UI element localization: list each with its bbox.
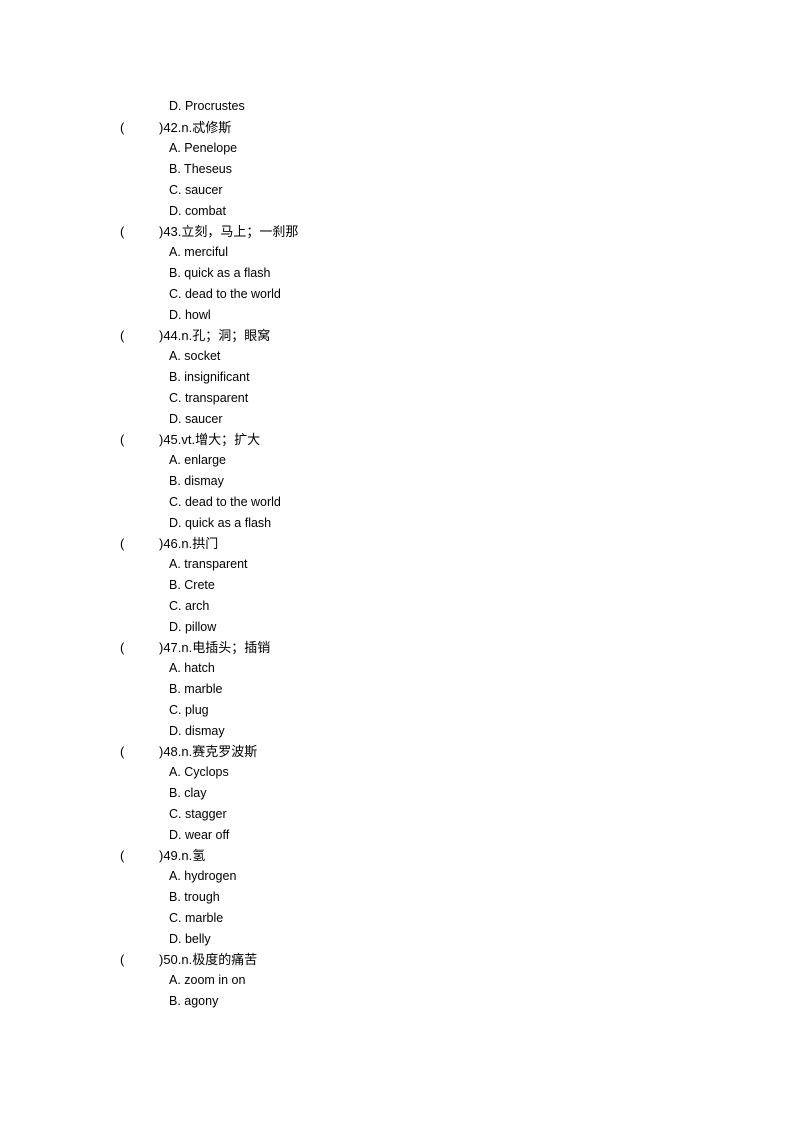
answer-blank-open-paren: (: [120, 848, 125, 863]
answer-option: A. zoom in on: [169, 973, 246, 987]
answer-option: C. transparent: [169, 391, 249, 405]
answer-option: B. trough: [169, 890, 220, 904]
answer-option: C. dead to the world: [169, 495, 281, 509]
answer-option: B. agony: [169, 994, 219, 1008]
question-row: ( )44.n.孔；洞；眼窝: [0, 328, 794, 344]
answer-option: B. insignificant: [169, 370, 250, 384]
answer-option: C. stagger: [169, 807, 227, 821]
answer-option: D. pillow: [169, 620, 217, 634]
answer-option: D. wear off: [169, 828, 230, 842]
answer-option: B. Theseus: [169, 162, 233, 176]
answer-option: B. quick as a flash: [169, 266, 271, 280]
question-prompt: )42.n.忒修斯: [159, 120, 232, 135]
answer-option: B. marble: [169, 682, 223, 696]
answer-option: D. combat: [169, 204, 226, 218]
answer-option: A. socket: [169, 349, 221, 363]
question-row: ( )47.n.电插头；插销: [0, 640, 794, 656]
answer-option: B. dismay: [169, 474, 224, 488]
question-row: ( )45.vt.增大；扩大: [0, 432, 794, 448]
answer-blank-open-paren: (: [120, 224, 125, 239]
answer-blank-open-paren: (: [120, 744, 125, 759]
answer-blank-open-paren: (: [120, 120, 125, 135]
answer-option: D. dismay: [169, 724, 225, 738]
answer-option: A. enlarge: [169, 453, 226, 467]
answer-option: D. saucer: [169, 412, 223, 426]
question-row: ( )49.n.氢: [0, 848, 794, 864]
answer-option: B. Crete: [169, 578, 215, 592]
answer-option: C. marble: [169, 911, 224, 925]
answer-option: D. howl: [169, 308, 211, 322]
answer-option: C. plug: [169, 703, 209, 717]
answer-option: D. belly: [169, 932, 211, 946]
question-prompt: )48.n.赛克罗波斯: [159, 744, 258, 759]
question-prompt: )44.n.孔；洞；眼窝: [159, 328, 271, 343]
option-d-procrustes: D. Procrustes: [169, 99, 245, 113]
answer-option: A. Cyclops: [169, 765, 229, 779]
answer-option: A. merciful: [169, 245, 229, 259]
question-row: ( )50.n.极度的痛苦: [0, 952, 794, 968]
answer-blank-open-paren: (: [120, 640, 125, 655]
answer-option: D. quick as a flash: [169, 516, 272, 530]
answer-option: C. arch: [169, 599, 210, 613]
document-page: D. Procrustes ( )42.n.忒修斯 A. Penelope B. Th…: [0, 0, 794, 1123]
question-row: ( )42.n.忒修斯: [0, 120, 794, 136]
question-prompt: )49.n.氢: [159, 848, 206, 863]
answer-option: A. transparent: [169, 557, 248, 571]
answer-option: B. clay: [169, 786, 207, 800]
answer-option: A. Penelope: [169, 141, 238, 155]
question-row: ( )46.n.拱门: [0, 536, 794, 552]
question-prompt: )50.n.极度的痛苦: [159, 952, 258, 967]
answer-blank-open-paren: (: [120, 328, 125, 343]
answer-option: A. hydrogen: [169, 869, 237, 883]
answer-option: A. hatch: [169, 661, 215, 675]
answer-blank-open-paren: (: [120, 952, 125, 967]
question-row: ( )48.n.赛克罗波斯: [0, 744, 794, 760]
answer-blank-open-paren: (: [120, 432, 125, 447]
answer-option: C. dead to the world: [169, 287, 281, 301]
answer-blank-open-paren: (: [120, 536, 125, 551]
question-prompt: )46.n.拱门: [159, 536, 219, 551]
question-prompt: )43.立刻，马上；一刹那: [159, 224, 299, 239]
question-row: ( )43.立刻，马上；一刹那: [0, 224, 794, 240]
question-prompt: )45.vt.增大；扩大: [159, 432, 261, 447]
question-prompt: )47.n.电插头；插销: [159, 640, 271, 655]
answer-option: C. saucer: [169, 183, 223, 197]
